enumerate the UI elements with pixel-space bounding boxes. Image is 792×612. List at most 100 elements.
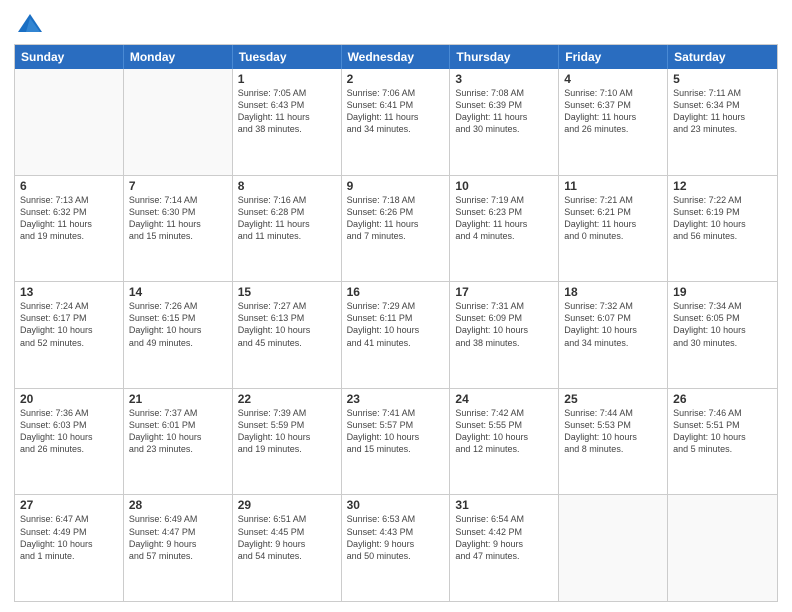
calendar-cell: 31Sunrise: 6:54 AMSunset: 4:42 PMDayligh… (450, 495, 559, 601)
calendar-cell: 22Sunrise: 7:39 AMSunset: 5:59 PMDayligh… (233, 389, 342, 495)
calendar-cell (559, 495, 668, 601)
cell-details: Sunrise: 7:18 AMSunset: 6:26 PMDaylight:… (347, 194, 445, 243)
cell-details: Sunrise: 7:36 AMSunset: 6:03 PMDaylight:… (20, 407, 118, 456)
calendar-cell: 8Sunrise: 7:16 AMSunset: 6:28 PMDaylight… (233, 176, 342, 282)
day-number: 11 (564, 179, 662, 193)
calendar-cell: 4Sunrise: 7:10 AMSunset: 6:37 PMDaylight… (559, 69, 668, 175)
day-number: 19 (673, 285, 772, 299)
cell-details: Sunrise: 7:11 AMSunset: 6:34 PMDaylight:… (673, 87, 772, 136)
calendar-cell (668, 495, 777, 601)
day-number: 24 (455, 392, 553, 406)
weekday-header: Monday (124, 45, 233, 69)
day-number: 4 (564, 72, 662, 86)
day-number: 3 (455, 72, 553, 86)
day-number: 16 (347, 285, 445, 299)
day-number: 12 (673, 179, 772, 193)
cell-details: Sunrise: 7:24 AMSunset: 6:17 PMDaylight:… (20, 300, 118, 349)
calendar-cell: 1Sunrise: 7:05 AMSunset: 6:43 PMDaylight… (233, 69, 342, 175)
day-number: 17 (455, 285, 553, 299)
cell-details: Sunrise: 7:27 AMSunset: 6:13 PMDaylight:… (238, 300, 336, 349)
calendar-cell (124, 69, 233, 175)
calendar-row: 13Sunrise: 7:24 AMSunset: 6:17 PMDayligh… (15, 281, 777, 388)
calendar-cell: 3Sunrise: 7:08 AMSunset: 6:39 PMDaylight… (450, 69, 559, 175)
calendar-cell: 15Sunrise: 7:27 AMSunset: 6:13 PMDayligh… (233, 282, 342, 388)
cell-details: Sunrise: 7:32 AMSunset: 6:07 PMDaylight:… (564, 300, 662, 349)
calendar-header-row: SundayMondayTuesdayWednesdayThursdayFrid… (15, 45, 777, 69)
day-number: 30 (347, 498, 445, 512)
calendar-cell: 18Sunrise: 7:32 AMSunset: 6:07 PMDayligh… (559, 282, 668, 388)
day-number: 27 (20, 498, 118, 512)
calendar-cell: 10Sunrise: 7:19 AMSunset: 6:23 PMDayligh… (450, 176, 559, 282)
day-number: 22 (238, 392, 336, 406)
day-number: 29 (238, 498, 336, 512)
calendar-cell: 23Sunrise: 7:41 AMSunset: 5:57 PMDayligh… (342, 389, 451, 495)
calendar-cell: 21Sunrise: 7:37 AMSunset: 6:01 PMDayligh… (124, 389, 233, 495)
day-number: 14 (129, 285, 227, 299)
cell-details: Sunrise: 7:44 AMSunset: 5:53 PMDaylight:… (564, 407, 662, 456)
calendar-cell: 19Sunrise: 7:34 AMSunset: 6:05 PMDayligh… (668, 282, 777, 388)
cell-details: Sunrise: 7:14 AMSunset: 6:30 PMDaylight:… (129, 194, 227, 243)
cell-details: Sunrise: 7:22 AMSunset: 6:19 PMDaylight:… (673, 194, 772, 243)
calendar-cell: 2Sunrise: 7:06 AMSunset: 6:41 PMDaylight… (342, 69, 451, 175)
cell-details: Sunrise: 7:19 AMSunset: 6:23 PMDaylight:… (455, 194, 553, 243)
day-number: 9 (347, 179, 445, 193)
cell-details: Sunrise: 7:41 AMSunset: 5:57 PMDaylight:… (347, 407, 445, 456)
calendar: SundayMondayTuesdayWednesdayThursdayFrid… (14, 44, 778, 602)
calendar-cell: 14Sunrise: 7:26 AMSunset: 6:15 PMDayligh… (124, 282, 233, 388)
logo-area (14, 10, 44, 38)
calendar-row: 1Sunrise: 7:05 AMSunset: 6:43 PMDaylight… (15, 69, 777, 175)
day-number: 20 (20, 392, 118, 406)
cell-details: Sunrise: 7:13 AMSunset: 6:32 PMDaylight:… (20, 194, 118, 243)
cell-details: Sunrise: 7:39 AMSunset: 5:59 PMDaylight:… (238, 407, 336, 456)
cell-details: Sunrise: 6:54 AMSunset: 4:42 PMDaylight:… (455, 513, 553, 562)
calendar-cell: 25Sunrise: 7:44 AMSunset: 5:53 PMDayligh… (559, 389, 668, 495)
calendar-body: 1Sunrise: 7:05 AMSunset: 6:43 PMDaylight… (15, 69, 777, 601)
cell-details: Sunrise: 7:08 AMSunset: 6:39 PMDaylight:… (455, 87, 553, 136)
calendar-cell: 26Sunrise: 7:46 AMSunset: 5:51 PMDayligh… (668, 389, 777, 495)
cell-details: Sunrise: 7:16 AMSunset: 6:28 PMDaylight:… (238, 194, 336, 243)
cell-details: Sunrise: 6:49 AMSunset: 4:47 PMDaylight:… (129, 513, 227, 562)
calendar-cell: 11Sunrise: 7:21 AMSunset: 6:21 PMDayligh… (559, 176, 668, 282)
cell-details: Sunrise: 7:05 AMSunset: 6:43 PMDaylight:… (238, 87, 336, 136)
weekday-header: Wednesday (342, 45, 451, 69)
weekday-header: Sunday (15, 45, 124, 69)
day-number: 25 (564, 392, 662, 406)
day-number: 5 (673, 72, 772, 86)
calendar-cell: 27Sunrise: 6:47 AMSunset: 4:49 PMDayligh… (15, 495, 124, 601)
cell-details: Sunrise: 7:37 AMSunset: 6:01 PMDaylight:… (129, 407, 227, 456)
cell-details: Sunrise: 6:53 AMSunset: 4:43 PMDaylight:… (347, 513, 445, 562)
calendar-cell: 16Sunrise: 7:29 AMSunset: 6:11 PMDayligh… (342, 282, 451, 388)
calendar-cell: 5Sunrise: 7:11 AMSunset: 6:34 PMDaylight… (668, 69, 777, 175)
logo-icon (16, 10, 44, 38)
page: SundayMondayTuesdayWednesdayThursdayFrid… (0, 0, 792, 612)
day-number: 15 (238, 285, 336, 299)
weekday-header: Friday (559, 45, 668, 69)
cell-details: Sunrise: 7:29 AMSunset: 6:11 PMDaylight:… (347, 300, 445, 349)
day-number: 18 (564, 285, 662, 299)
calendar-cell: 13Sunrise: 7:24 AMSunset: 6:17 PMDayligh… (15, 282, 124, 388)
calendar-cell: 9Sunrise: 7:18 AMSunset: 6:26 PMDaylight… (342, 176, 451, 282)
weekday-header: Thursday (450, 45, 559, 69)
calendar-row: 20Sunrise: 7:36 AMSunset: 6:03 PMDayligh… (15, 388, 777, 495)
calendar-cell (15, 69, 124, 175)
day-number: 26 (673, 392, 772, 406)
day-number: 13 (20, 285, 118, 299)
calendar-row: 6Sunrise: 7:13 AMSunset: 6:32 PMDaylight… (15, 175, 777, 282)
calendar-cell: 6Sunrise: 7:13 AMSunset: 6:32 PMDaylight… (15, 176, 124, 282)
calendar-cell: 7Sunrise: 7:14 AMSunset: 6:30 PMDaylight… (124, 176, 233, 282)
calendar-cell: 29Sunrise: 6:51 AMSunset: 4:45 PMDayligh… (233, 495, 342, 601)
cell-details: Sunrise: 7:46 AMSunset: 5:51 PMDaylight:… (673, 407, 772, 456)
cell-details: Sunrise: 6:51 AMSunset: 4:45 PMDaylight:… (238, 513, 336, 562)
cell-details: Sunrise: 7:31 AMSunset: 6:09 PMDaylight:… (455, 300, 553, 349)
day-number: 28 (129, 498, 227, 512)
day-number: 21 (129, 392, 227, 406)
day-number: 31 (455, 498, 553, 512)
day-number: 7 (129, 179, 227, 193)
cell-details: Sunrise: 7:42 AMSunset: 5:55 PMDaylight:… (455, 407, 553, 456)
weekday-header: Saturday (668, 45, 777, 69)
day-number: 2 (347, 72, 445, 86)
day-number: 6 (20, 179, 118, 193)
day-number: 23 (347, 392, 445, 406)
calendar-cell: 28Sunrise: 6:49 AMSunset: 4:47 PMDayligh… (124, 495, 233, 601)
cell-details: Sunrise: 7:34 AMSunset: 6:05 PMDaylight:… (673, 300, 772, 349)
